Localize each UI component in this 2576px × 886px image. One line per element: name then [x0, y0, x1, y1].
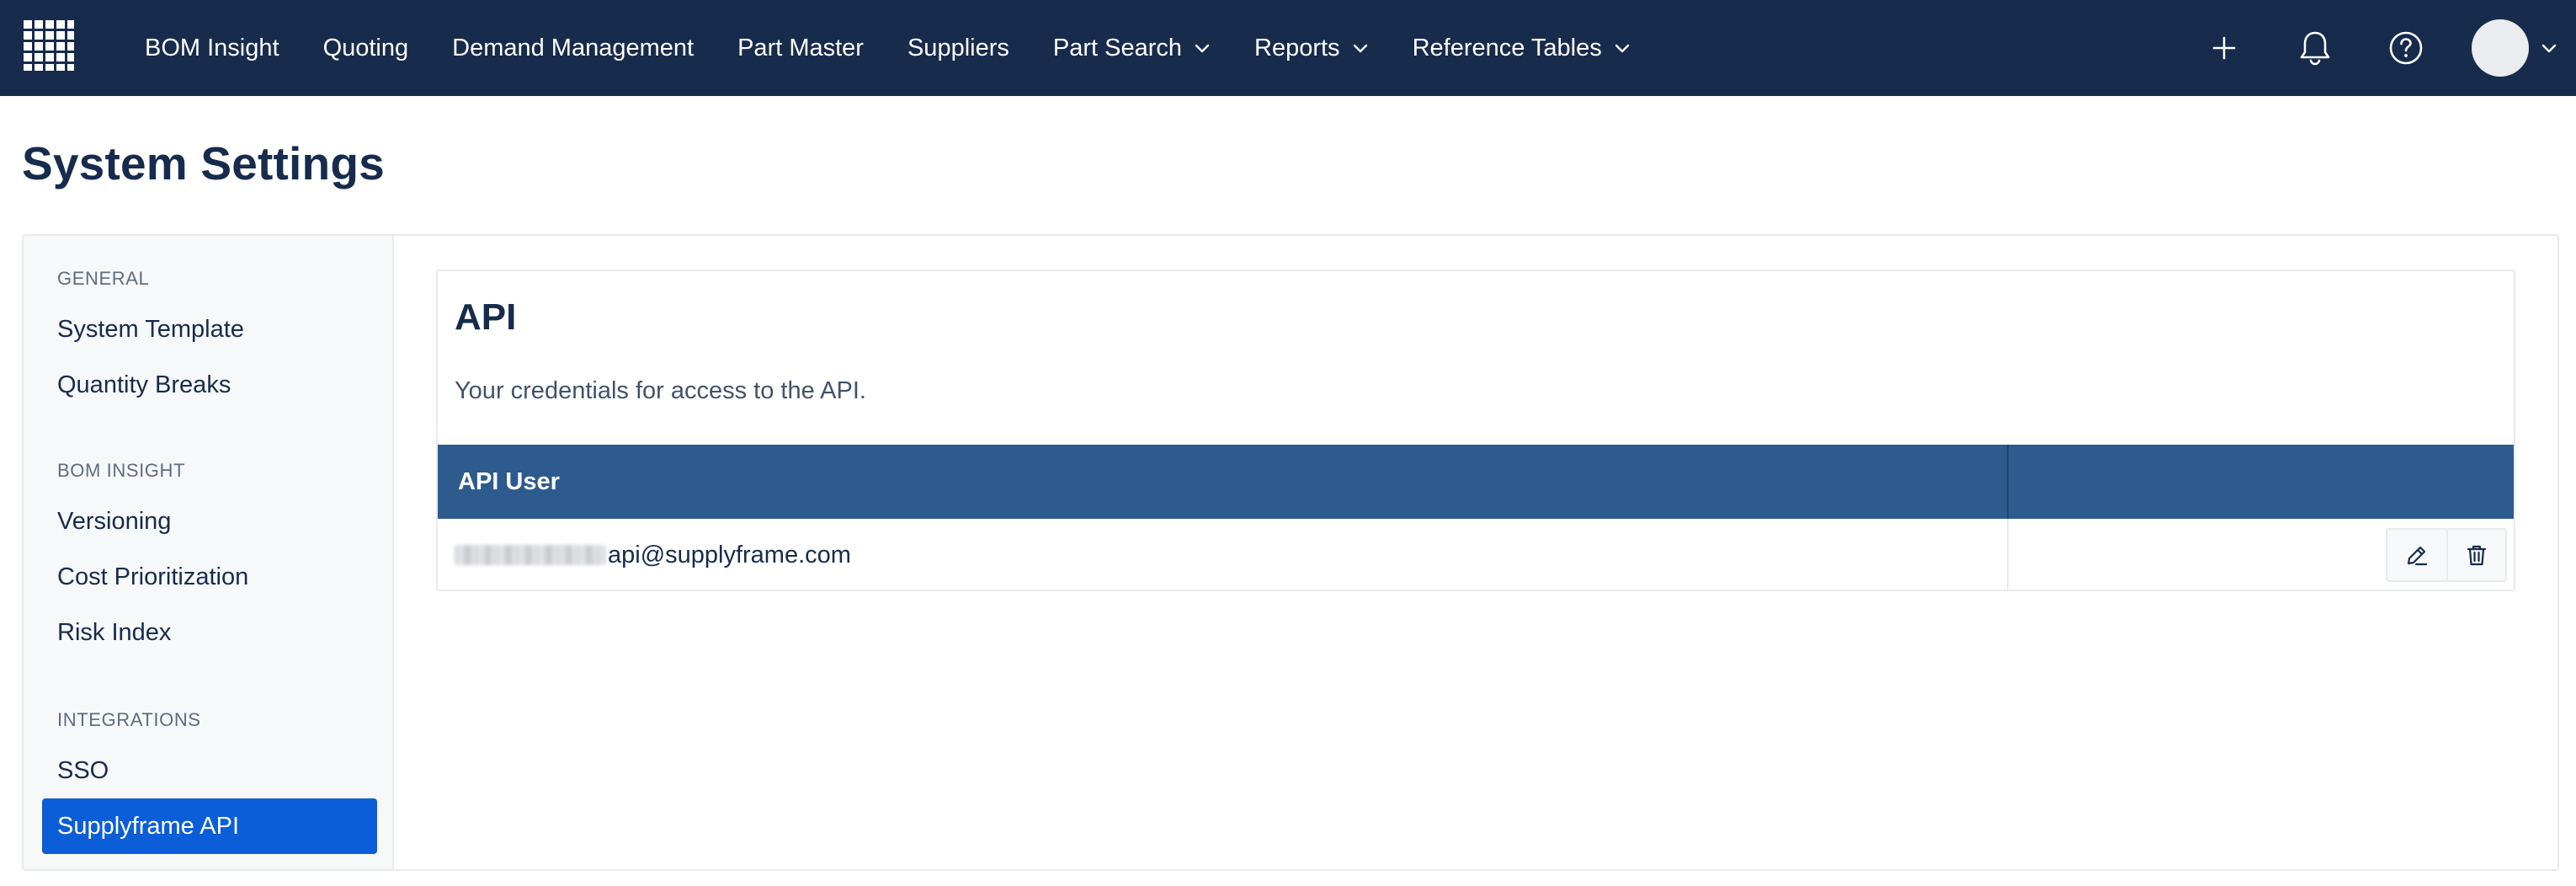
- grid-logo-icon[interactable]: [20, 17, 77, 74]
- delete-button[interactable]: [2446, 530, 2505, 580]
- nav-part-search[interactable]: Part Search: [1031, 0, 1232, 96]
- nav-part-master[interactable]: Part Master: [716, 0, 886, 96]
- sidebar-item-risk-index[interactable]: Risk Index: [42, 605, 377, 660]
- chevron-down-icon: [2541, 44, 2557, 53]
- api-card: API Your credentials for access to the A…: [436, 270, 2515, 591]
- nav-label: Part Search: [1052, 34, 1183, 61]
- nav-quoting[interactable]: Quoting: [301, 0, 431, 96]
- nav-label: Part Master: [737, 34, 864, 61]
- nav-actions: [2199, 0, 2576, 96]
- card-title: API: [455, 296, 517, 338]
- avatar[interactable]: [2472, 19, 2529, 77]
- nav-label: Reference Tables: [1412, 34, 1602, 61]
- bell-icon[interactable]: [2290, 23, 2340, 73]
- nav-label: Reports: [1254, 34, 1340, 61]
- column-header-api-user: API User: [438, 445, 2009, 519]
- table-row: api@supplyframe.com: [438, 519, 2514, 590]
- edit-icon: [2407, 546, 2428, 566]
- nav-label: Demand Management: [452, 34, 695, 61]
- page-title: System Settings: [22, 137, 385, 189]
- sidebar-heading-integrations: INTEGRATIONS: [57, 709, 201, 730]
- nav-bom-insight[interactable]: BOM Insight: [123, 0, 301, 96]
- plus-icon[interactable]: [2199, 23, 2249, 73]
- nav-label: BOM Insight: [145, 34, 279, 61]
- api-users-table: API User api@supplyframe.com: [438, 445, 2514, 590]
- card-description: Your credentials for access to the API.: [455, 377, 866, 404]
- top-navigation: BOM Insight Quoting Demand Management Pa…: [0, 0, 2576, 96]
- sidebar-item-versioning[interactable]: Versioning: [42, 494, 377, 549]
- nav-label: Suppliers: [907, 34, 1009, 61]
- sidebar-heading-general: GENERAL: [57, 268, 150, 289]
- nav-reference-tables[interactable]: Reference Tables: [1391, 0, 1653, 96]
- user-menu[interactable]: [2472, 19, 2557, 77]
- nav-label: Quoting: [322, 34, 409, 61]
- edit-button[interactable]: [2387, 530, 2446, 580]
- help-icon[interactable]: [2381, 23, 2431, 73]
- chevron-down-icon: [1195, 44, 1210, 53]
- settings-content: API Your credentials for access to the A…: [394, 236, 2557, 869]
- settings-sidebar: GENERAL System Template Quantity Breaks …: [24, 236, 394, 869]
- main-nav: BOM Insight Quoting Demand Management Pa…: [123, 0, 1653, 96]
- chevron-down-icon: [1615, 44, 1629, 53]
- sidebar-heading-bom-insight: BOM INSIGHT: [57, 460, 186, 481]
- sidebar-item-cost-prioritization[interactable]: Cost Prioritization: [42, 549, 377, 605]
- nav-suppliers[interactable]: Suppliers: [886, 0, 1031, 96]
- trash-icon: [2467, 545, 2487, 566]
- row-actions: [2386, 528, 2507, 582]
- redacted-username: [455, 545, 606, 565]
- sidebar-item-system-template[interactable]: System Template: [42, 302, 377, 357]
- nav-reports[interactable]: Reports: [1232, 0, 1391, 96]
- actions-cell: [2009, 519, 2514, 590]
- sidebar-item-quantity-breaks[interactable]: Quantity Breaks: [42, 357, 377, 413]
- sidebar-item-supplyframe-api[interactable]: Supplyframe API: [42, 798, 377, 854]
- nav-demand-management[interactable]: Demand Management: [430, 0, 716, 96]
- api-user-email: api@supplyframe.com: [608, 541, 851, 568]
- sidebar-item-sso[interactable]: SSO: [42, 743, 377, 798]
- column-header-actions: [2009, 445, 2514, 519]
- chevron-down-icon: [1353, 44, 1367, 53]
- table-header: API User: [438, 445, 2514, 519]
- settings-panel: GENERAL System Template Quantity Breaks …: [22, 234, 2559, 871]
- api-user-cell: api@supplyframe.com: [438, 519, 2009, 590]
